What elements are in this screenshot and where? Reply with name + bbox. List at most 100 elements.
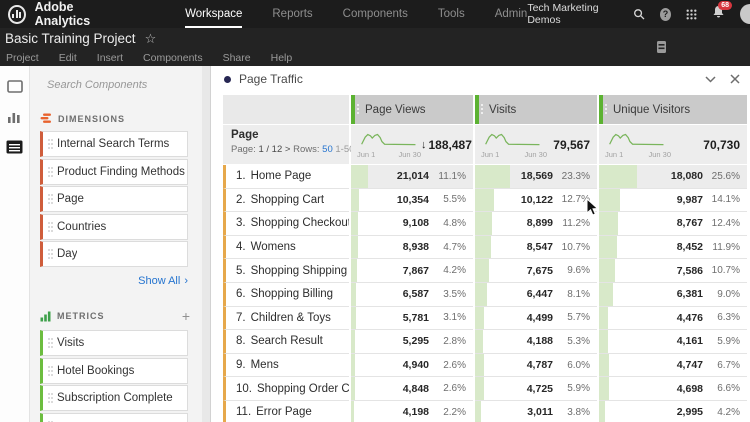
row-label-cell[interactable]: 3. Shopping Checkout — [223, 212, 349, 236]
component-item[interactable]: Countries — [40, 213, 188, 240]
metric-value: 7,867 — [402, 264, 429, 277]
row-label-cell[interactable]: 6. Shopping Billing — [223, 282, 349, 307]
metric-cell[interactable]: 6,447 8.1% — [475, 282, 597, 307]
account-name[interactable]: Tech Marketing Demos — [527, 2, 618, 26]
metric-cell[interactable]: 7,867 4.2% — [351, 259, 473, 283]
metric-percent: 5.9% — [567, 383, 590, 395]
tab-workspace[interactable]: Workspace — [185, 0, 243, 28]
row-label-cell[interactable]: 9. Mens — [223, 353, 349, 378]
component-item[interactable]: Internal Search Terms — [40, 131, 188, 157]
component-label: Visits — [57, 337, 85, 349]
tab-reports[interactable]: Reports — [272, 0, 312, 28]
data-source-icon[interactable] — [656, 40, 667, 54]
rows-per-page[interactable]: 50 — [322, 144, 333, 155]
metric-cell[interactable]: 4,161 5.9% — [599, 330, 747, 354]
drag-handle-icon — [48, 221, 50, 224]
metric-cell[interactable]: 8,452 11.9% — [599, 235, 747, 260]
next-page-chevron[interactable]: > — [285, 144, 291, 155]
row-label-cell[interactable]: 7. Children & Toys — [223, 306, 349, 331]
adobe-analytics-logo-icon[interactable] — [8, 4, 26, 24]
row-label-cell[interactable]: 2. Shopping Cart — [223, 188, 349, 213]
metric-cell[interactable]: 4,940 2.6% — [351, 353, 473, 378]
metric-cell[interactable]: 4,499 5.7% — [475, 306, 597, 331]
tab-components[interactable]: Components — [343, 0, 408, 28]
row-label-cell[interactable]: 4. Womens — [223, 235, 349, 260]
metric-cell[interactable]: 9,987 14.1% — [599, 188, 747, 213]
menu-help[interactable]: Help — [271, 52, 293, 64]
menu-project[interactable]: Project — [6, 52, 39, 64]
component-item[interactable]: Day — [40, 241, 188, 267]
metric-cell[interactable]: 6,587 3.5% — [351, 282, 473, 307]
visualizations-icon[interactable] — [7, 110, 22, 123]
search-icon[interactable] — [633, 7, 645, 21]
metric-percent: 11.2% — [562, 217, 590, 229]
tab-admin[interactable]: Admin — [495, 0, 528, 28]
metric-cell[interactable]: 4,188 5.3% — [475, 330, 597, 354]
metric-percent: 2.6% — [443, 359, 466, 371]
metric-cell[interactable]: 2,995 4.2% — [599, 400, 747, 422]
metric-cell[interactable]: 8,547 10.7% — [475, 235, 597, 260]
left-rail — [0, 66, 30, 422]
value-bar — [351, 259, 358, 282]
user-avatar[interactable] — [740, 4, 750, 24]
metric-cell[interactable]: 9,108 4.8% — [351, 212, 473, 236]
row-label-cell[interactable]: 1. Home Page — [223, 165, 349, 189]
metric-cell[interactable]: 10,122 12.7% — [475, 188, 597, 213]
metric-cell[interactable]: 4,698 6.6% — [599, 377, 747, 401]
component-item-partial[interactable] — [40, 412, 188, 422]
metric-cell[interactable]: 5,295 2.8% — [351, 330, 473, 354]
column-header-page-views[interactable]: Page Views — [351, 95, 473, 124]
menu-insert[interactable]: Insert — [97, 52, 123, 64]
metric-cell[interactable]: 4,787 6.0% — [475, 353, 597, 378]
collapse-chevron-icon[interactable] — [705, 75, 716, 83]
component-item[interactable]: Subscription Complete — [40, 385, 188, 411]
metric-cell[interactable]: 21,014 11.1% — [351, 165, 473, 189]
component-item[interactable]: Page — [40, 186, 188, 212]
components-table-icon[interactable] — [6, 140, 23, 154]
apps-grid-icon[interactable] — [686, 8, 697, 21]
menu-edit[interactable]: Edit — [59, 52, 77, 64]
row-label-cell[interactable]: 8. Search Result — [223, 330, 349, 354]
column-header-visits[interactable]: Visits — [475, 95, 597, 124]
show-all-link[interactable]: Show All › — [30, 275, 188, 287]
metric-cell[interactable]: 4,747 6.7% — [599, 353, 747, 378]
menu-share[interactable]: Share — [223, 52, 251, 64]
metric-value: 9,108 — [402, 217, 429, 230]
component-item[interactable]: Hotel Bookings — [40, 357, 188, 384]
metric-cell[interactable]: 8,938 4.7% — [351, 235, 473, 260]
sparkline-chart — [609, 133, 664, 145]
metric-cell[interactable]: 7,586 10.7% — [599, 259, 747, 283]
table-row: 1. Home Page 21,014 11.1% 18,569 23.3% 18,08… — [223, 165, 747, 189]
favorite-star-icon[interactable]: ☆ — [145, 32, 157, 45]
metric-cell[interactable]: 4,476 6.3% — [599, 306, 747, 331]
page-current[interactable]: 1 — [258, 144, 263, 155]
metric-cell[interactable]: 8,899 11.2% — [475, 212, 597, 236]
metric-cell[interactable]: 5,781 3.1% — [351, 306, 473, 331]
value-bar — [475, 165, 510, 188]
metric-cell[interactable]: 4,848 2.6% — [351, 377, 473, 401]
help-icon[interactable]: ? — [660, 7, 672, 21]
column-header-unique-visitors[interactable]: Unique Visitors — [599, 95, 747, 124]
panels-icon[interactable] — [6, 80, 23, 93]
metric-value: 8,452 — [676, 241, 703, 254]
metric-cell[interactable]: 7,675 9.6% — [475, 259, 597, 283]
component-item[interactable]: Visits — [40, 330, 188, 356]
row-label-cell[interactable]: 10. Shopping Order Confirmat... — [223, 377, 349, 401]
row-name: Womens — [250, 241, 296, 254]
metric-cell[interactable]: 4,198 2.2% — [351, 400, 473, 422]
metric-cell[interactable]: 4,725 5.9% — [475, 377, 597, 401]
metric-cell[interactable]: 8,767 12.4% — [599, 212, 747, 236]
search-components-input[interactable] — [47, 78, 189, 91]
row-label-cell[interactable]: 5. Shopping Shipping — [223, 259, 349, 283]
metric-cell[interactable]: 6,381 9.0% — [599, 282, 747, 307]
metric-cell[interactable]: 18,569 23.3% — [475, 165, 597, 189]
close-icon[interactable] — [730, 74, 740, 84]
add-metric-button[interactable]: + — [182, 309, 190, 323]
metric-cell[interactable]: 18,080 25.6% — [599, 165, 747, 189]
component-item[interactable]: Product Finding Methods — [40, 158, 188, 185]
menu-components[interactable]: Components — [143, 52, 203, 64]
tab-tools[interactable]: Tools — [438, 0, 465, 28]
metric-cell[interactable]: 10,354 5.5% — [351, 188, 473, 213]
metric-cell[interactable]: 3,011 3.8% — [475, 400, 597, 422]
row-label-cell[interactable]: 11. Error Page — [223, 400, 349, 422]
